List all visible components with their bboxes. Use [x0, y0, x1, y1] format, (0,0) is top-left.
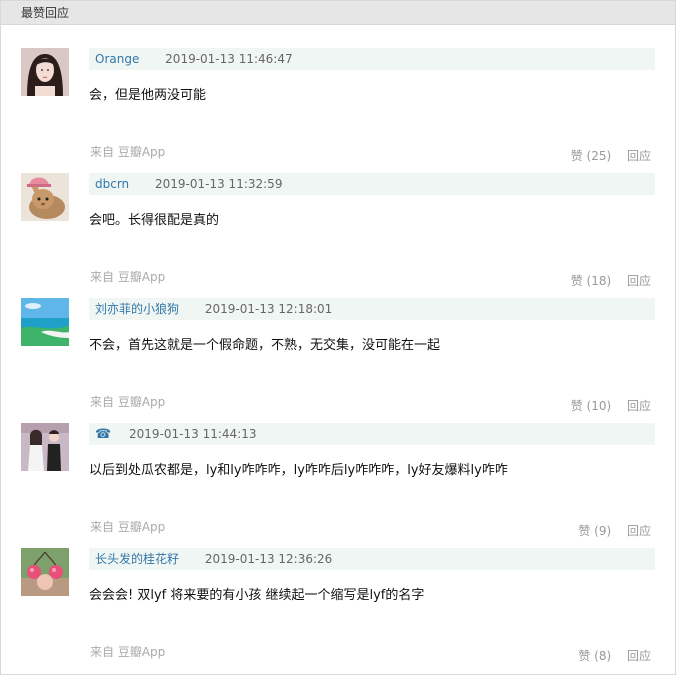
avatar-rabbit-icon[interactable]: [21, 173, 69, 221]
comment-text: 以后到处瓜农都是，ly和ly咋咋咋，ly咋咋后ly咋咋咋，ly好友爆料ly咋咋: [89, 463, 508, 478]
avatar-couple-icon[interactable]: [21, 423, 69, 471]
comment-source: 来自 豆瓣App: [90, 520, 166, 534]
comment-text: 会会会! 双lyf 将来要的有小孩 继续起一个缩写是lyf的名字: [89, 588, 425, 603]
avatar-cherry-icon[interactable]: [21, 548, 69, 596]
comment-item: 刘亦菲的小狼狗 2019-01-13 12:18:01 不会，首先这就是一个假命…: [1, 298, 677, 423]
comment-time: 2019-01-13 12:36:26: [204, 552, 333, 566]
comment-meta-bar: 长头发的桂花籽 2019-01-13 12:36:26: [89, 548, 655, 570]
vote-button[interactable]: 赞 (25): [571, 149, 611, 163]
phone-icon[interactable]: ☎: [95, 424, 111, 446]
comment-time: 2019-01-13 12:18:01: [204, 302, 333, 316]
vote-button[interactable]: 赞 (8): [578, 649, 611, 663]
vote-button[interactable]: 赞 (18): [571, 274, 611, 288]
comment-source: 来自 豆瓣App: [90, 270, 166, 284]
comment-item: ☎ 2019-01-13 11:44:13 以后到处瓜农都是，ly和ly咋咋咋，…: [1, 423, 677, 548]
comment-item: 长头发的桂花籽 2019-01-13 12:36:26 会会会! 双lyf 将来…: [1, 548, 677, 673]
comment-actions: 赞 (9) 回应: [578, 522, 651, 539]
comment-meta-bar: Orange 2019-01-13 11:46:47: [89, 48, 655, 70]
comment-meta-bar: dbcrn 2019-01-13 11:32:59: [89, 173, 655, 195]
comment-time: 2019-01-13 11:44:13: [129, 427, 257, 441]
comment-time: 2019-01-13 11:46:47: [165, 52, 293, 66]
comment-actions: 赞 (8) 回应: [578, 647, 651, 664]
comment-time: 2019-01-13 11:32:59: [155, 177, 283, 191]
username-link[interactable]: dbcrn: [95, 177, 129, 191]
avatar-girl-icon[interactable]: [21, 48, 69, 96]
reply-button[interactable]: 回应: [627, 524, 651, 538]
comment-meta-bar: ☎ 2019-01-13 11:44:13: [89, 423, 655, 445]
avatar-beach-icon[interactable]: [21, 298, 69, 346]
vote-button[interactable]: 赞 (10): [571, 399, 611, 413]
reply-button[interactable]: 回应: [627, 149, 651, 163]
reply-button[interactable]: 回应: [627, 274, 651, 288]
comment-actions: 赞 (18) 回应: [571, 272, 651, 289]
vote-button[interactable]: 赞 (9): [578, 524, 611, 538]
comments-panel: 最赞回应 Orange 2019-01-13 11:46:47 会，但是他两没可…: [0, 0, 676, 675]
comment-source: 来自 豆瓣App: [90, 645, 166, 659]
comment-text: 会吧。长得很配是真的: [89, 213, 220, 228]
comment-source: 来自 豆瓣App: [90, 395, 166, 409]
comment-text: 会，但是他两没可能: [89, 88, 207, 103]
comment-actions: 赞 (10) 回应: [571, 397, 651, 414]
section-title: 最赞回应: [21, 6, 70, 20]
comment-text: 不会，首先这就是一个假命题，不熟，无交集，没可能在一起: [89, 338, 441, 353]
reply-button[interactable]: 回应: [627, 649, 651, 663]
comment-actions: 赞 (25) 回应: [571, 147, 651, 164]
comment-meta-bar: 刘亦菲的小狼狗 2019-01-13 12:18:01: [89, 298, 655, 320]
section-header: 最赞回应: [1, 1, 675, 25]
reply-button[interactable]: 回应: [627, 399, 651, 413]
comment-source: 来自 豆瓣App: [90, 145, 166, 159]
username-link[interactable]: 长头发的桂花籽: [95, 552, 179, 566]
username-link[interactable]: Orange: [95, 52, 139, 66]
comment-item: dbcrn 2019-01-13 11:32:59 会吧。长得很配是真的 来自 …: [1, 173, 677, 298]
comment-item: Orange 2019-01-13 11:46:47 会，但是他两没可能 来自 …: [1, 48, 677, 173]
username-link[interactable]: 刘亦菲的小狼狗: [95, 302, 179, 316]
